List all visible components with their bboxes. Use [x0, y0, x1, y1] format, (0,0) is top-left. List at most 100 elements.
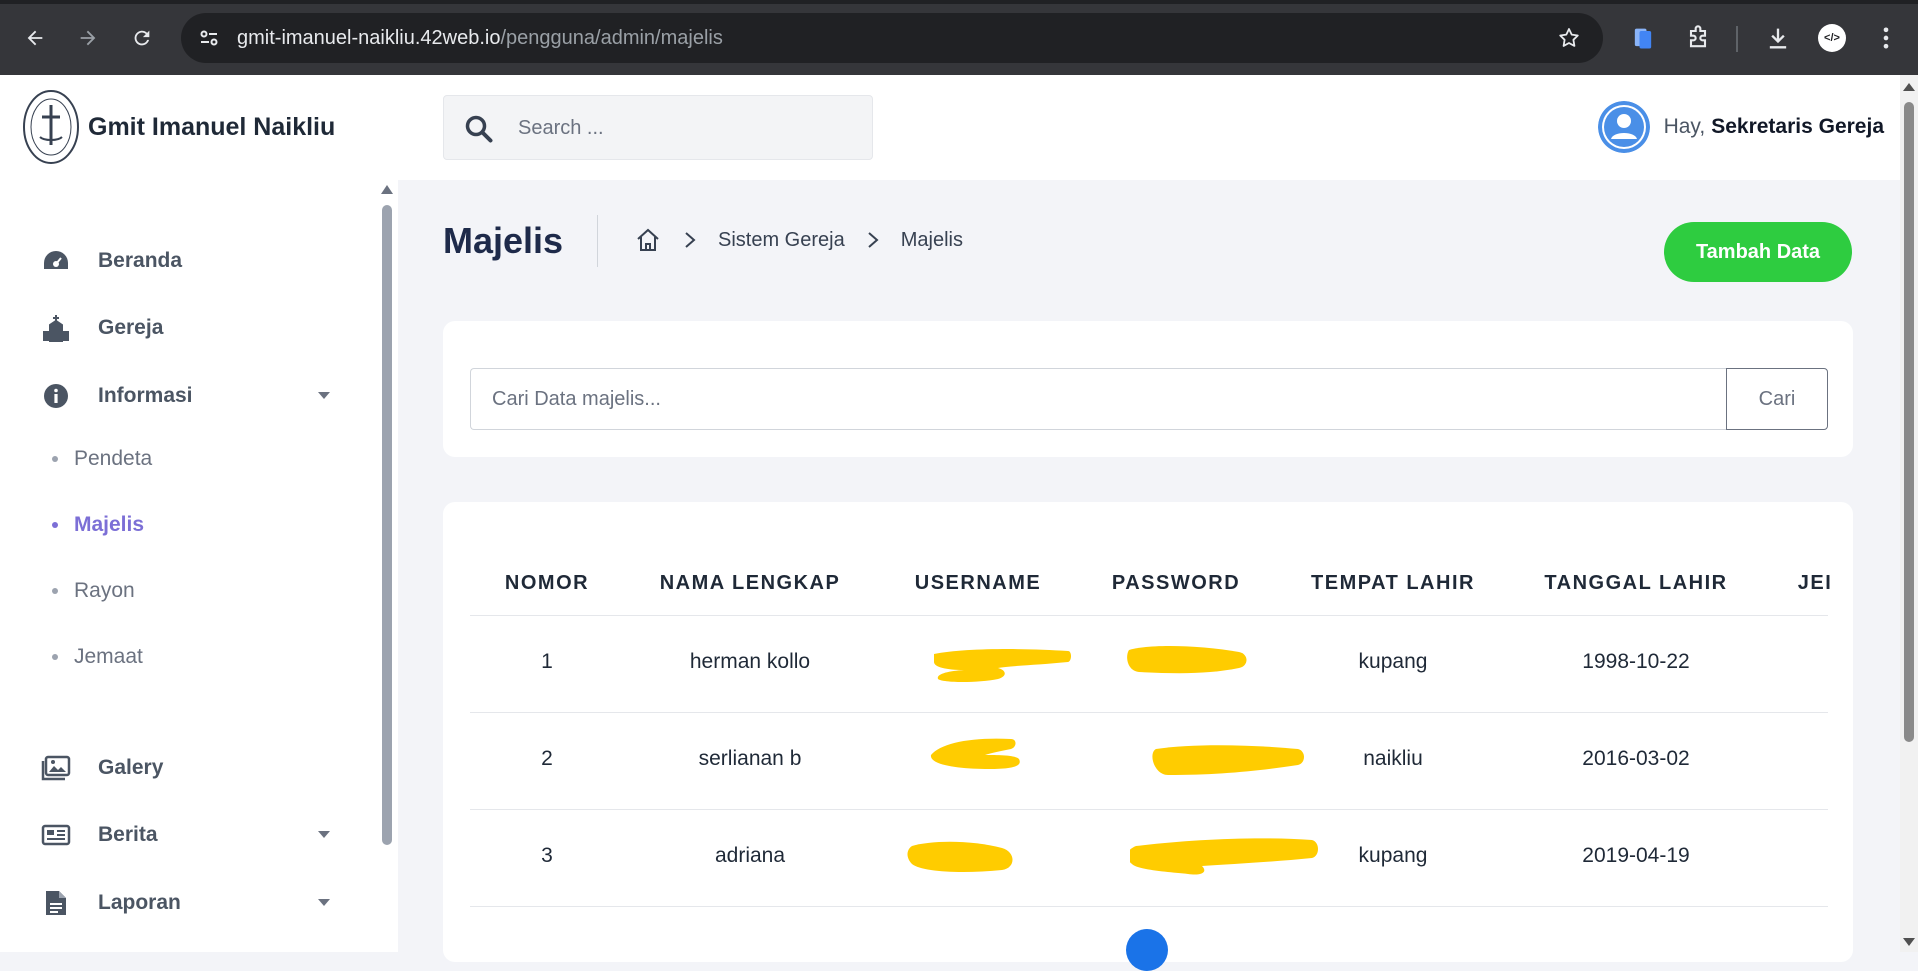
report-icon [40, 887, 72, 919]
address-bar[interactable]: gmit-imanuel-naikliu.42web.io/pengguna/a… [181, 13, 1603, 63]
sidebar-item-label: Beranda [98, 249, 183, 272]
reload-icon[interactable] [124, 20, 160, 56]
global-search[interactable] [443, 95, 873, 160]
chevron-right-icon [685, 232, 696, 248]
column-header-tempat-lahir[interactable]: TEMPAT LAHIR [1311, 572, 1475, 595]
url-text: gmit-imanuel-naikliu.42web.io/pengguna/a… [237, 27, 723, 49]
sidebar-subitem-jemaat[interactable]: Jemaat [52, 641, 143, 673]
sidebar-item-label: Laporan [98, 891, 181, 914]
scroll-up-icon[interactable] [1903, 83, 1915, 91]
church-logo [23, 90, 79, 164]
sidebar-scrollbar[interactable] [380, 185, 394, 952]
column-header-nomor[interactable]: NOMOR [505, 572, 589, 595]
cell-tempat-lahir: kupang [1358, 844, 1428, 867]
dashboard-icon [40, 245, 72, 277]
sidebar-subitem-label: Pendeta [74, 447, 153, 470]
sidebar-subitem-label: Rayon [74, 579, 135, 602]
table-row: 1 herman kollo kupang 1998-10-22 [470, 616, 1828, 713]
bullet-icon [52, 588, 58, 594]
cell-tanggal-lahir: 1998-10-22 [1582, 650, 1690, 673]
title-divider [597, 215, 598, 267]
column-header-password[interactable]: PASSWORD [1112, 572, 1240, 595]
cell-tempat-lahir: naikliu [1363, 747, 1423, 770]
back-icon[interactable] [17, 20, 53, 56]
church-icon [40, 312, 72, 344]
extension-icon[interactable] [1629, 24, 1657, 52]
site-info-icon[interactable] [197, 26, 221, 50]
sidebar-item-galery[interactable]: Galery [40, 748, 340, 788]
table-row: 3 adriana kupang 2019-04-19 [470, 810, 1828, 907]
cell-nama: herman kollo [689, 650, 811, 673]
toolbar-divider [1736, 26, 1738, 52]
star-icon[interactable] [1557, 26, 1581, 50]
sidebar-item-label: Berita [98, 823, 158, 846]
redaction-mark [934, 649, 1071, 682]
sidebar-item-informasi[interactable]: Informasi [40, 376, 340, 416]
sidebar-item-label: Galery [98, 756, 164, 779]
search-input[interactable] [518, 112, 848, 144]
puzzle-icon[interactable] [1684, 24, 1712, 52]
scroll-thumb[interactable] [382, 205, 392, 845]
cell-tanggal-lahir: 2016-03-02 [1582, 747, 1690, 770]
user-name: Sekretaris Gereja [1711, 115, 1884, 138]
top-header: Hay,Sekretaris Gereja [398, 75, 1900, 180]
scroll-down-icon[interactable] [1903, 938, 1915, 946]
add-data-button[interactable]: Tambah Data [1664, 222, 1852, 282]
chevron-down-icon [318, 392, 330, 399]
sidebar-item-berita[interactable]: Berita [40, 815, 340, 855]
profile-avatar[interactable]: </> [1818, 24, 1846, 52]
gallery-icon [40, 752, 72, 784]
pagination-current-page[interactable] [1126, 929, 1168, 971]
sidebar-item-laporan[interactable]: Laporan [40, 883, 340, 923]
table-header: NOMOR NAMA LENGKAP USERNAME PASSWORD TEM… [470, 552, 1831, 616]
breadcrumb: Sistem Gereja Majelis [634, 226, 963, 254]
column-header-tanggal-lahir[interactable]: TANGGAL LAHIR [1544, 572, 1727, 595]
sidebar-subitem-pendeta[interactable]: Pendeta [52, 443, 152, 475]
bullet-icon [52, 456, 58, 462]
bullet-icon [52, 522, 58, 528]
menu-icon[interactable] [1872, 24, 1900, 52]
cell-nomor: 2 [541, 747, 553, 770]
cell-nama: adriana [714, 844, 786, 867]
brand[interactable]: Gmit Imanuel Naikliu [22, 89, 335, 165]
download-icon[interactable] [1764, 24, 1792, 52]
page-title: Majelis [443, 220, 564, 261]
cell-tanggal-lahir: 2019-04-19 [1582, 844, 1690, 867]
info-icon [40, 380, 72, 412]
redaction-mark [930, 738, 1020, 769]
sidebar-item-beranda[interactable]: Beranda [40, 241, 340, 281]
sidebar-subitem-label: Jemaat [74, 645, 143, 668]
scroll-up-icon[interactable] [381, 185, 393, 194]
cell-nomor: 3 [541, 844, 553, 867]
chevron-down-icon [318, 899, 330, 906]
search-button[interactable]: Cari [1726, 368, 1828, 430]
filter-card: Cari [443, 321, 1853, 457]
browser-toolbar: gmit-imanuel-naikliu.42web.io/pengguna/a… [0, 0, 1918, 75]
sidebar-item-label: Gereja [98, 316, 164, 339]
chevron-right-icon [868, 232, 879, 248]
cell-nomor: 1 [541, 650, 553, 673]
column-header-jenis[interactable]: JEI [1798, 572, 1833, 595]
scroll-thumb[interactable] [1904, 102, 1914, 742]
cell-nama: serlianan b [698, 747, 802, 770]
sidebar-subitem-majelis[interactable]: Majelis [52, 509, 144, 541]
breadcrumb-sistem-gereja[interactable]: Sistem Gereja [718, 229, 845, 252]
filter-input[interactable] [470, 368, 1726, 430]
user-greeting: Hay, Sekretaris Gereja [1663, 115, 1884, 138]
forward-icon[interactable] [70, 20, 106, 56]
column-header-username[interactable]: USERNAME [915, 572, 1041, 595]
redaction-mark [1130, 838, 1318, 875]
avatar[interactable] [1597, 101, 1650, 153]
page-scrollbar[interactable] [1900, 75, 1918, 952]
search-icon [465, 115, 493, 143]
column-header-nama[interactable]: NAMA LENGKAP [660, 572, 841, 595]
breadcrumb-majelis: Majelis [900, 228, 963, 251]
sidebar-item-gereja[interactable]: Gereja [40, 308, 340, 348]
sidebar-item-label: Informasi [98, 384, 193, 407]
redaction-mark [907, 841, 1013, 872]
sidebar-subitem-rayon[interactable]: Rayon [52, 575, 135, 607]
home-icon[interactable] [634, 226, 662, 254]
user-menu[interactable]: Hay, Sekretaris Gereja [1597, 101, 1884, 153]
redaction-mark [1127, 646, 1247, 674]
sidebar: Gmit Imanuel Naikliu Beranda Gereja Info… [0, 75, 398, 952]
